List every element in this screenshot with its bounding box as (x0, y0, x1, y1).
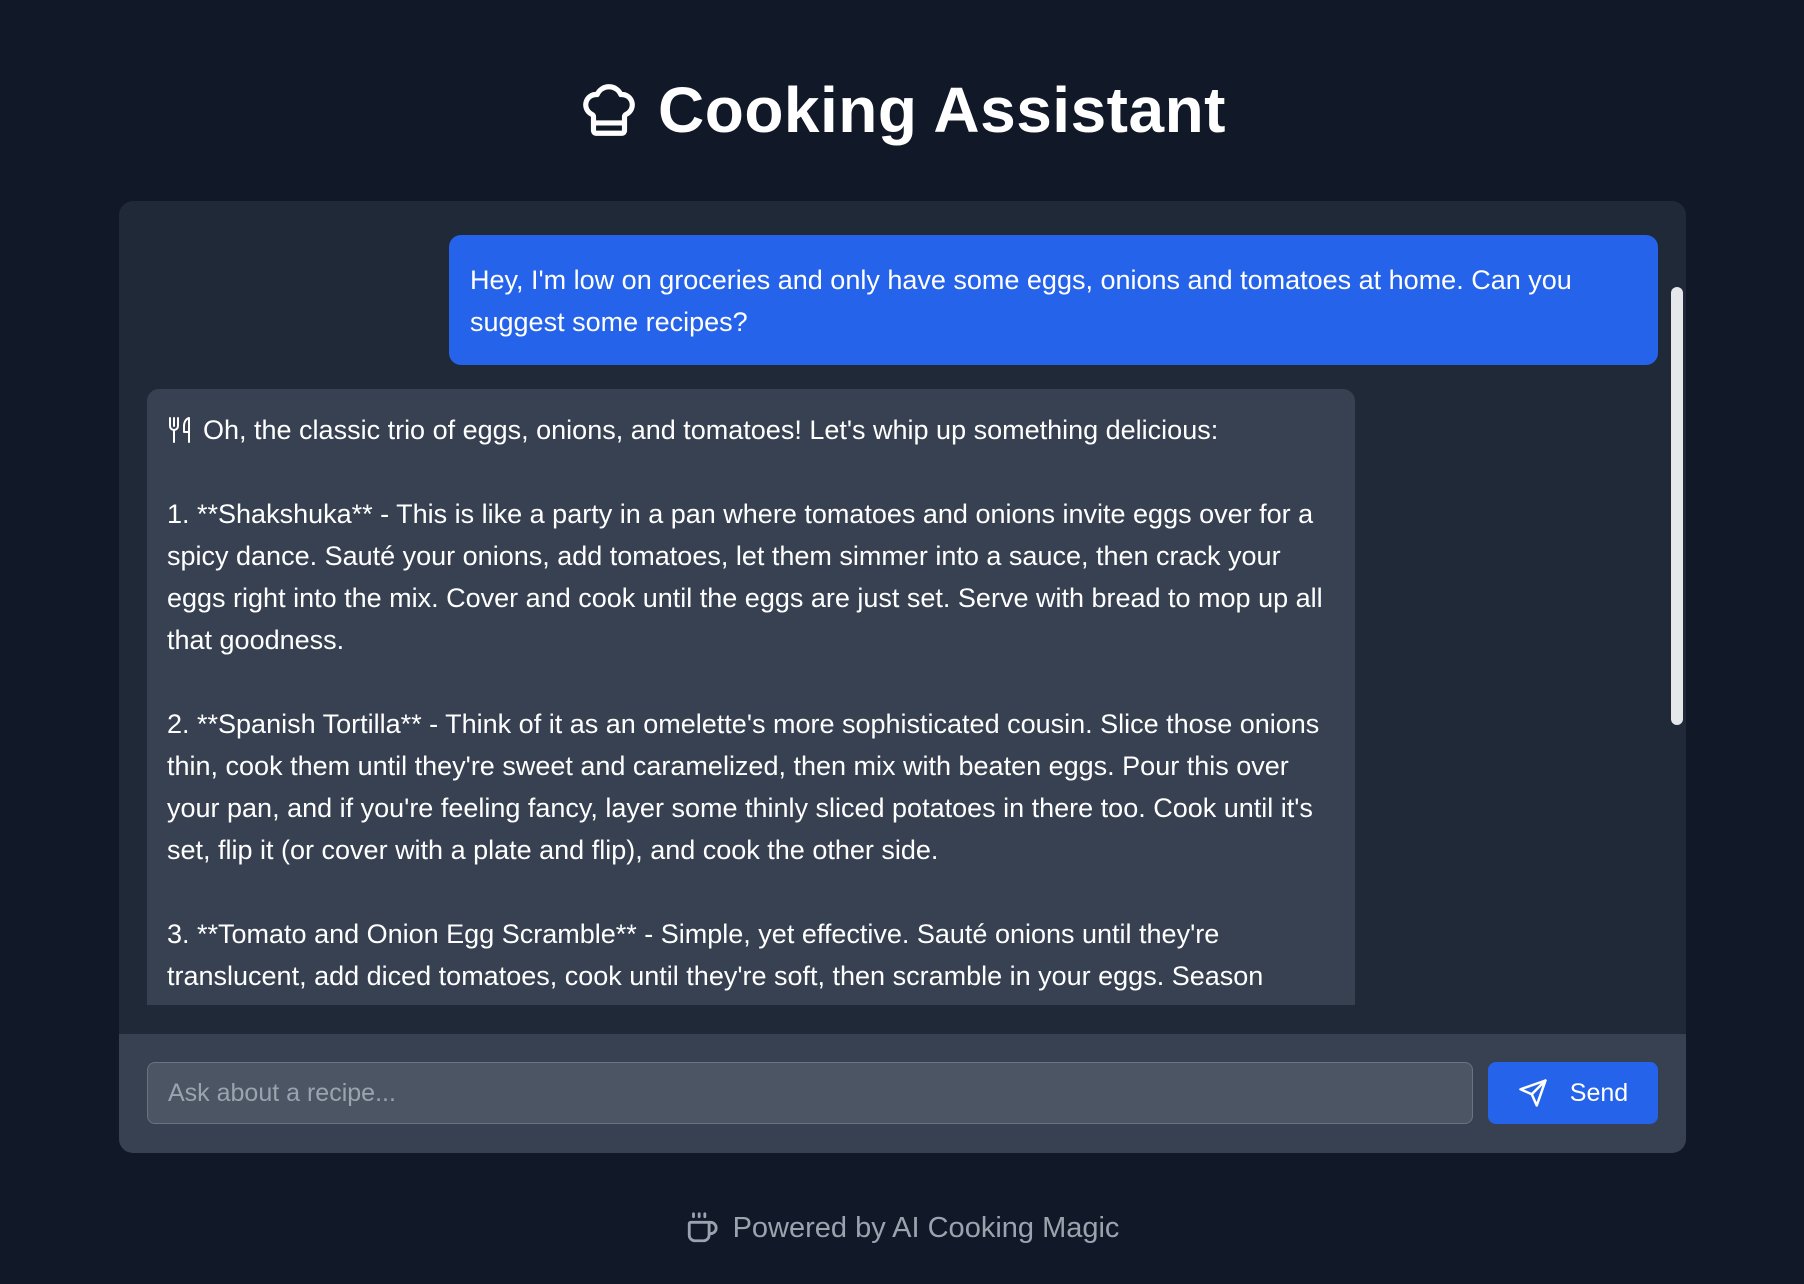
send-icon (1518, 1078, 1548, 1108)
assistant-message-text: Oh, the classic trio of eggs, onions, an… (167, 415, 1323, 991)
assistant-message: Oh, the classic trio of eggs, onions, an… (147, 389, 1355, 1005)
footer-text: Powered by AI Cooking Magic (732, 1211, 1120, 1244)
chat-panel: Hey, I'm low on groceries and only have … (119, 201, 1686, 1153)
coffee-icon (685, 1211, 719, 1245)
send-button-label: Send (1569, 1078, 1629, 1107)
send-button[interactable]: Send (1488, 1062, 1658, 1124)
message-input[interactable] (147, 1062, 1473, 1124)
scrollbar-thumb[interactable] (1671, 287, 1683, 725)
user-message: Hey, I'm low on groceries and only have … (449, 235, 1658, 365)
message-input-bar: Send (119, 1034, 1686, 1153)
app-header: Cooking Assistant (0, 68, 1804, 152)
cooking-assistant-page: Cooking Assistant Hey, I'm low on grocer… (0, 0, 1804, 1284)
page-title: Cooking Assistant (658, 74, 1226, 146)
utensils-icon (167, 414, 193, 443)
footer: Powered by AI Cooking Magic (0, 1208, 1804, 1248)
message-list[interactable]: Hey, I'm low on groceries and only have … (119, 201, 1686, 1005)
chef-hat-icon (578, 79, 640, 141)
